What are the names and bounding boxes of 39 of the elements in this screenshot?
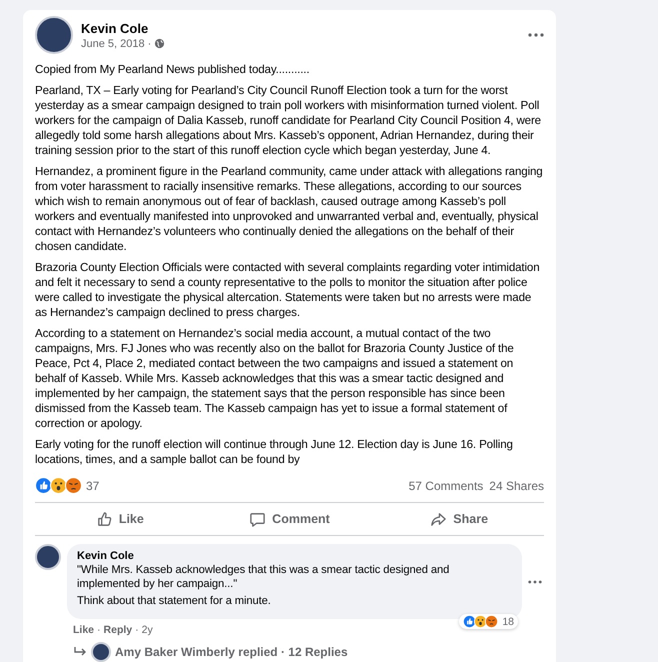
comment-button[interactable]: Comment xyxy=(204,505,374,533)
comment-reply-link[interactable]: Reply xyxy=(104,624,132,636)
angry-reaction-icon xyxy=(485,615,498,628)
comment-reactions[interactable]: 18 xyxy=(459,614,518,629)
wow-reaction-icon xyxy=(50,477,67,494)
like-button[interactable]: Like xyxy=(35,505,205,533)
comment-options-icon[interactable] xyxy=(528,580,542,584)
angry-reaction-icon xyxy=(65,477,82,494)
post-paragraph: Copied from My Pearland News published today........... xyxy=(35,62,310,77)
post-paragraph: According to a statement on Hernandez’s social media account, a mutual contact of the two campaigns, Mrs. FJ Jones who was recently also on the ballot for Brazoria County Justice of the Peace, Pct 4, Place 2, mediated contact between the two campaigns and issued a statement on behalf of Kasseb. While Mrs. Kasseb acknowledges that this was a smear tactic designed and implemented by her campaign, the statement says that the person responsible has since been dismissed from the Kasseb team. The Kasseb campaign has yet to issue a formal statement of correction or apology. xyxy=(35,326,515,431)
share-button[interactable]: Share xyxy=(374,505,544,533)
comment-age: 2y xyxy=(142,624,153,636)
like-reaction-icon xyxy=(35,477,52,494)
thumbs-up-icon xyxy=(96,510,113,528)
comment-text: "While Mrs. Kasseb acknowledges that this was a smear tactic designed and implemented by her campaign..." xyxy=(77,563,450,591)
replier-avatar xyxy=(91,642,111,662)
reply-arrow-icon xyxy=(73,646,87,658)
replies-link[interactable]: Amy Baker Wimberly replied · 12 Replies xyxy=(115,645,348,659)
post-paragraph: Hernandez, a prominent figure in the Pearland community, came under attack with allegations ranging from voter harassment to racially insensitive remarks. These allegations, according to our sources which wish to remain anonymous out of fear of backlash, caused outrage among Kasseb’s poll workers and eventually manifested into unprovoked and unwarranted verbal and, eventually, physical contact with Hernandez’s volunteers who continually denied the allegations on the behalf of their chosen candidate. xyxy=(35,164,544,254)
post-date[interactable]: June 5, 2018 · xyxy=(81,38,152,50)
shares-count[interactable]: 24 Shares xyxy=(489,478,544,492)
comment-like-link[interactable]: Like xyxy=(73,624,94,636)
separator-dot: · xyxy=(97,624,101,636)
post-paragraph: Early voting for the runoff election will continue through June 12. Election day is June 16. Polling locations, times, and a sample ballot can be found by xyxy=(35,437,514,467)
author-name[interactable]: Kevin Cole xyxy=(81,20,166,36)
comments-count[interactable]: 57 Comments xyxy=(408,478,484,492)
reaction-count[interactable]: 37 xyxy=(86,478,100,492)
share-arrow-icon xyxy=(430,510,448,528)
post-paragraph: Brazoria County Election Officials were contacted with several complaints regarding voter intimidation and felt it necessary to send a county representative to the polls to monitor the situation after police were called to investigate the physical altercation. Statements were taken but no arrests were made as Hernandez’s campaign declined to press charges. xyxy=(35,260,541,320)
avatar[interactable] xyxy=(35,16,73,54)
globe-icon xyxy=(154,38,166,49)
separator-dot: · xyxy=(135,624,139,636)
speech-bubble-icon xyxy=(249,510,266,528)
comment-reaction-count: 18 xyxy=(502,616,514,628)
commenter-name[interactable]: Kevin Cole xyxy=(77,550,512,562)
commenter-avatar[interactable] xyxy=(35,544,61,570)
more-options-icon[interactable] xyxy=(528,33,544,37)
post-paragraph: Pearland, TX – Early voting for Pearland’s City Council Runoff Election took a turn for the worst yesterday as a smear campaign designed to train poll workers with misinformation turned violent. Poll workers for the campaign of Dalia Kasseb, runoff candidate for Pearland City Council Position 4, were allegedly told some harsh allegations about Mrs. Kasseb’s opponent, Adrian Hernandez, during their training session prior to the start of this runoff election cycle which began yesterday, June 4. xyxy=(35,83,542,158)
comment-text: Think about that statement for a minute. xyxy=(77,594,272,608)
